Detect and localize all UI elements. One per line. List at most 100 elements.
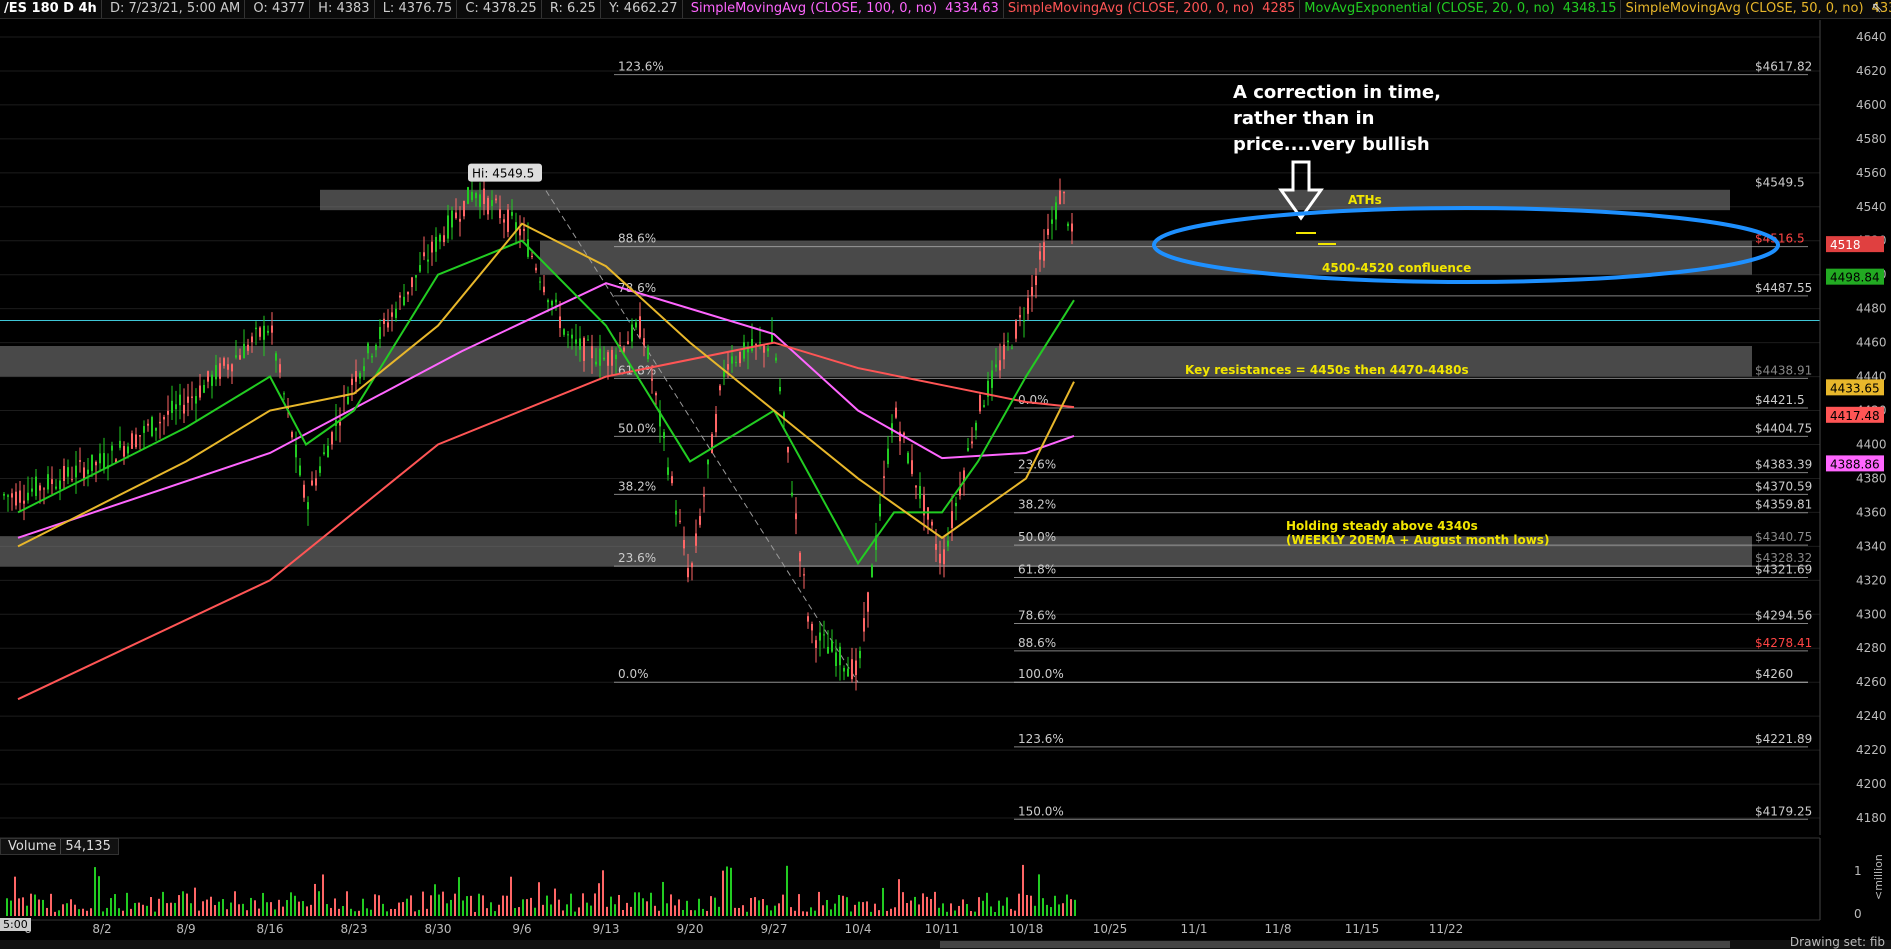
price-tick-11: 4400	[1856, 437, 1887, 451]
annotations: Hi: 4549.5 A correction in time, rather th…	[468, 82, 1780, 547]
candle-body	[283, 393, 285, 395]
candle-body	[31, 488, 33, 492]
volume-bar	[74, 904, 76, 916]
volume-bar	[266, 902, 268, 916]
candle-body	[327, 445, 329, 458]
volume-bar	[402, 902, 404, 916]
volume-bar	[342, 906, 344, 916]
fib1-label-6: 23.6%	[618, 551, 656, 565]
candle-body	[699, 516, 701, 525]
volume-bar	[446, 903, 448, 916]
volume-bar	[970, 911, 972, 916]
candle-body	[711, 434, 713, 454]
date-tick-12: 10/18	[1009, 922, 1044, 936]
volume-bar	[766, 905, 768, 916]
volume-bar	[406, 898, 408, 916]
volume-bar	[458, 877, 460, 916]
candle-body	[447, 215, 449, 239]
volume-bar	[998, 900, 1000, 916]
candle-body	[415, 275, 417, 278]
volume-bar	[198, 910, 200, 916]
candle-body	[91, 454, 93, 472]
candle-body	[603, 357, 605, 360]
candle-body	[511, 212, 513, 216]
volume-bar	[86, 910, 88, 916]
fib1-label-5: 38.2%	[618, 479, 656, 493]
candle-body	[235, 355, 237, 358]
volume-bar	[226, 909, 228, 916]
volume-bar	[534, 907, 536, 916]
candle-body	[551, 300, 553, 306]
candle-body	[255, 327, 257, 330]
candle-body	[751, 338, 753, 351]
scrollbar-thumb[interactable]	[940, 941, 1730, 948]
candle-body	[671, 476, 673, 484]
candle-body	[1007, 340, 1009, 343]
volume-bar	[474, 911, 476, 916]
candle-body	[887, 448, 889, 465]
study-1-label[interactable]: SimpleMovingAvg (CLOSE, 200, 0, no)	[1004, 0, 1258, 18]
volume-bar	[366, 908, 368, 916]
candle-body	[595, 361, 597, 365]
axis-badge-text-4: 4388.86	[1830, 457, 1880, 471]
candle-body	[411, 277, 413, 288]
candle-body	[683, 540, 685, 549]
candle-body	[827, 646, 829, 654]
candle-body	[295, 444, 297, 458]
date-tick-17: 11/22	[1429, 922, 1464, 936]
symbol-label[interactable]: /ES 180 D 4h	[0, 0, 102, 18]
holding-note-2: (WEEKLY 20EMA + August month lows)	[1286, 533, 1549, 547]
volume-bar	[454, 893, 456, 916]
candle-body	[907, 452, 909, 464]
volume-bar	[1030, 895, 1032, 916]
volume-bar	[206, 899, 208, 916]
candle-body	[227, 364, 229, 370]
volume-bar	[518, 907, 520, 916]
study-3-label[interactable]: SimpleMovingAvg (CLOSE, 50, 0, no)	[1621, 0, 1867, 18]
candle-body	[175, 404, 177, 410]
fib2-label-4: 61.8%	[1018, 562, 1056, 576]
candle-body	[1047, 228, 1049, 235]
candle-body	[247, 344, 249, 351]
price-tick-6: 4300	[1856, 607, 1887, 621]
candle-body	[903, 432, 905, 436]
volume-bar	[630, 906, 632, 916]
study-2-label[interactable]: MovAvgExponential (CLOSE, 20, 0, no)	[1300, 0, 1558, 18]
volume-bar	[222, 899, 224, 916]
volume-bar	[1046, 904, 1048, 916]
drawing-set-label[interactable]: Drawing set: fib	[1790, 935, 1885, 949]
volume-bar	[290, 892, 292, 916]
volume-bar	[718, 906, 720, 916]
price-chart[interactable]: 123.6%88.6%78.6%61.8%50.0%38.2%23.6%0.0%…	[0, 0, 1891, 949]
collapse-icon[interactable]: ⇖	[1871, 0, 1883, 16]
candle-body	[271, 325, 273, 333]
volume-bar	[230, 902, 232, 916]
price-axis[interactable]: 4180 4200 4220 4240 4260 4280 4300 4320 4340 4360…	[1819, 20, 1887, 835]
candle-body	[387, 322, 389, 328]
volume-bar	[66, 903, 68, 916]
volume-bar	[6, 898, 8, 916]
close-readout: C: 4378.25	[461, 0, 542, 18]
candle-body	[111, 445, 113, 451]
candle-body	[203, 385, 205, 393]
study-0-label[interactable]: SimpleMovingAvg (CLOSE, 100, 0, no)	[687, 0, 941, 18]
price-tick-4: 4260	[1856, 675, 1887, 689]
volume-bar	[442, 891, 444, 916]
study-0-value: 4334.63	[941, 0, 1004, 18]
volume-bar	[90, 908, 92, 916]
candle-body	[163, 416, 165, 420]
volume-bar	[166, 903, 168, 916]
date-axis[interactable]: 68/28/98/168/238/309/69/139/209/2710/410…	[0, 919, 1820, 936]
volume-bar	[946, 911, 948, 916]
candle-body	[423, 252, 425, 257]
candle-body	[803, 574, 805, 576]
volume-bar	[638, 892, 640, 916]
volume-bar	[262, 892, 264, 916]
candle-body	[351, 378, 353, 385]
price-label-4: $4438.91	[1755, 363, 1812, 377]
volume-bar	[386, 911, 388, 916]
candle-body	[223, 358, 225, 366]
candle-body	[371, 355, 373, 358]
study-header: /ES 180 D 4h D: 7/23/21, 5:00 AM O: 4377…	[0, 0, 1891, 19]
volume-bar	[38, 899, 40, 916]
